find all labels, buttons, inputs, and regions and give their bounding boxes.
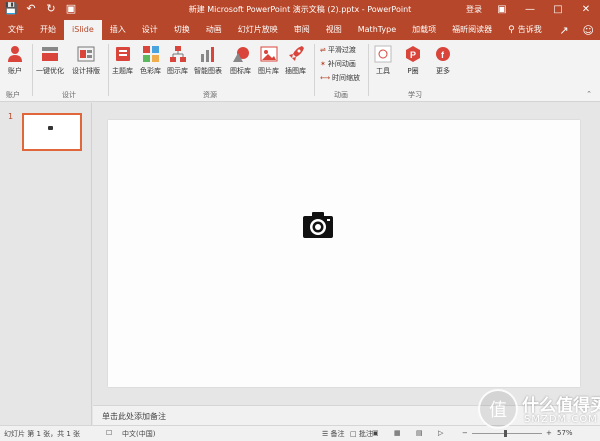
zoom-out-icon[interactable]: − <box>462 429 468 437</box>
tab-file[interactable]: 文件 <box>0 20 32 40</box>
tab-design[interactable]: 设计 <box>134 20 166 40</box>
normal-view-icon[interactable]: ▣ <box>372 429 379 437</box>
window-controls: ▣ — □ ✕ <box>488 0 600 20</box>
tab-insert[interactable]: 插入 <box>102 20 134 40</box>
watermark: 值 什么值得买 SMZDM.COM <box>478 389 600 433</box>
title-bar: 💾 ↶ ↻ ▣ 新建 Microsoft PowerPoint 演示文稿 (2)… <box>0 0 600 20</box>
zoom-slider[interactable] <box>472 433 542 434</box>
notes-toggle[interactable]: ☰ 备注 <box>322 429 345 439</box>
diagram-library-button[interactable]: 图示库 <box>167 43 188 76</box>
share-icon[interactable]: ↗ <box>559 24 568 37</box>
tab-home[interactable]: 开始 <box>32 20 64 40</box>
time-scale-icon: ⟷ <box>320 74 331 82</box>
editing-area <box>93 103 600 405</box>
tools-button[interactable]: 工具 <box>374 43 392 76</box>
comments-toggle[interactable]: □ 批注 <box>350 429 373 439</box>
group-label-animation: 动画 <box>334 91 348 99</box>
group-label-design: 设计 <box>62 91 76 99</box>
login-link[interactable]: 登录 <box>466 4 482 15</box>
picture-library-button[interactable]: 图片库 <box>258 43 279 76</box>
tween-icon: ✶ <box>320 60 326 68</box>
watermark-logo: 值 <box>478 389 518 429</box>
rocket-icon <box>287 43 305 65</box>
tell-me-label: 告诉我 <box>517 25 542 34</box>
camera-icon[interactable] <box>302 211 334 239</box>
slides-pane: 1 <box>0 103 92 425</box>
collapse-ribbon-icon[interactable]: ⌃ <box>586 90 592 98</box>
smiley-icon[interactable]: ☺ <box>583 24 594 37</box>
slide-thumbnail[interactable] <box>22 113 82 151</box>
group-label-resource: 资源 <box>203 91 217 99</box>
divider <box>368 44 369 96</box>
smart-chart-button[interactable]: 智能图表 <box>194 43 222 76</box>
tab-foxit[interactable]: 福昕阅读器 <box>444 20 500 40</box>
tools-icon <box>374 43 392 65</box>
bar-chart-icon <box>199 43 217 65</box>
group-label-learn: 学习 <box>408 91 422 99</box>
smooth-transition-item[interactable]: ⇌ 平滑过渡 <box>320 45 356 55</box>
p-circle-button[interactable]: P P圈 <box>404 43 422 76</box>
maximize-icon[interactable]: □ <box>544 0 572 20</box>
ribbon-display-icon[interactable]: ▣ <box>488 0 516 20</box>
layout-icon <box>77 43 95 65</box>
tell-me[interactable]: ⚲ 告诉我 <box>500 20 550 40</box>
user-icon <box>6 43 24 65</box>
tab-review[interactable]: 审阅 <box>286 20 318 40</box>
slide-canvas[interactable] <box>108 120 580 387</box>
tab-slideshow[interactable]: 幻灯片放映 <box>230 20 286 40</box>
slide-info: 幻灯片 第 1 张，共 1 张 <box>4 430 81 438</box>
tab-view[interactable]: 视图 <box>318 20 350 40</box>
divider <box>108 44 109 96</box>
lightbulb-icon: ⚲ <box>508 25 515 35</box>
tab-right-tools: ↗ ☺ <box>559 20 594 40</box>
tab-addins[interactable]: 加载项 <box>404 20 444 40</box>
svg-text:P: P <box>410 50 416 60</box>
tab-animations[interactable]: 动画 <box>198 20 230 40</box>
optimize-icon <box>41 43 59 65</box>
icon-library-icon <box>232 43 250 65</box>
tab-islide[interactable]: iSlide <box>64 20 102 40</box>
slide-number: 1 <box>8 112 14 121</box>
facebook-icon: f <box>434 43 452 65</box>
watermark-site: SMZDM.COM <box>524 414 598 425</box>
one-click-optimize-button[interactable]: 一键优化 <box>36 43 64 76</box>
divider <box>314 44 315 96</box>
minimize-icon[interactable]: — <box>516 0 544 20</box>
language-check-icon[interactable]: ☐ <box>106 429 112 437</box>
camera-icon <box>48 126 53 130</box>
tab-transitions[interactable]: 切换 <box>166 20 198 40</box>
group-label-account: 账户 <box>6 91 20 99</box>
close-icon[interactable]: ✕ <box>572 0 600 20</box>
design-layout-button[interactable]: 设计排版 <box>72 43 100 76</box>
reading-view-icon[interactable]: ▤ <box>416 429 423 437</box>
tab-mathtype[interactable]: MathType <box>350 20 404 40</box>
account-button[interactable]: 账户 <box>6 43 24 76</box>
theme-library-button[interactable]: 主题库 <box>112 43 133 76</box>
illustration-library-button[interactable]: 插图库 <box>285 43 306 76</box>
slide-sorter-icon[interactable]: ▦ <box>394 429 401 437</box>
slideshow-icon[interactable]: ▷ <box>438 429 443 437</box>
color-library-button[interactable]: 色彩库 <box>140 43 161 76</box>
transition-icon: ⇌ <box>320 46 326 54</box>
icon-library-button[interactable]: 图标库 <box>230 43 251 76</box>
theme-icon <box>114 43 132 65</box>
language-status[interactable]: 中文(中国) <box>122 429 155 439</box>
powerpoint-window: 💾 ↶ ↻ ▣ 新建 Microsoft PowerPoint 演示文稿 (2)… <box>0 0 600 441</box>
picture-icon <box>260 43 278 65</box>
p-circle-icon: P <box>404 43 422 65</box>
ribbon-tabs: 文件 开始 iSlide 插入 设计 切换 动画 幻灯片放映 审阅 视图 Mat… <box>0 20 600 40</box>
color-palette-icon <box>142 43 160 65</box>
ribbon: 账户 一键优化 设计排版 主题库 色彩库 图示库 智能图表 图标库 图片库 插图… <box>0 40 600 102</box>
more-button[interactable]: f 更多 <box>434 43 452 76</box>
diagram-icon <box>169 43 187 65</box>
time-scale-item[interactable]: ⟷ 时间缩放 <box>320 73 360 83</box>
divider <box>32 44 33 96</box>
tween-animation-item[interactable]: ✶ 补间动画 <box>320 59 356 69</box>
watermark-brand: 什么值得买 <box>522 396 600 416</box>
